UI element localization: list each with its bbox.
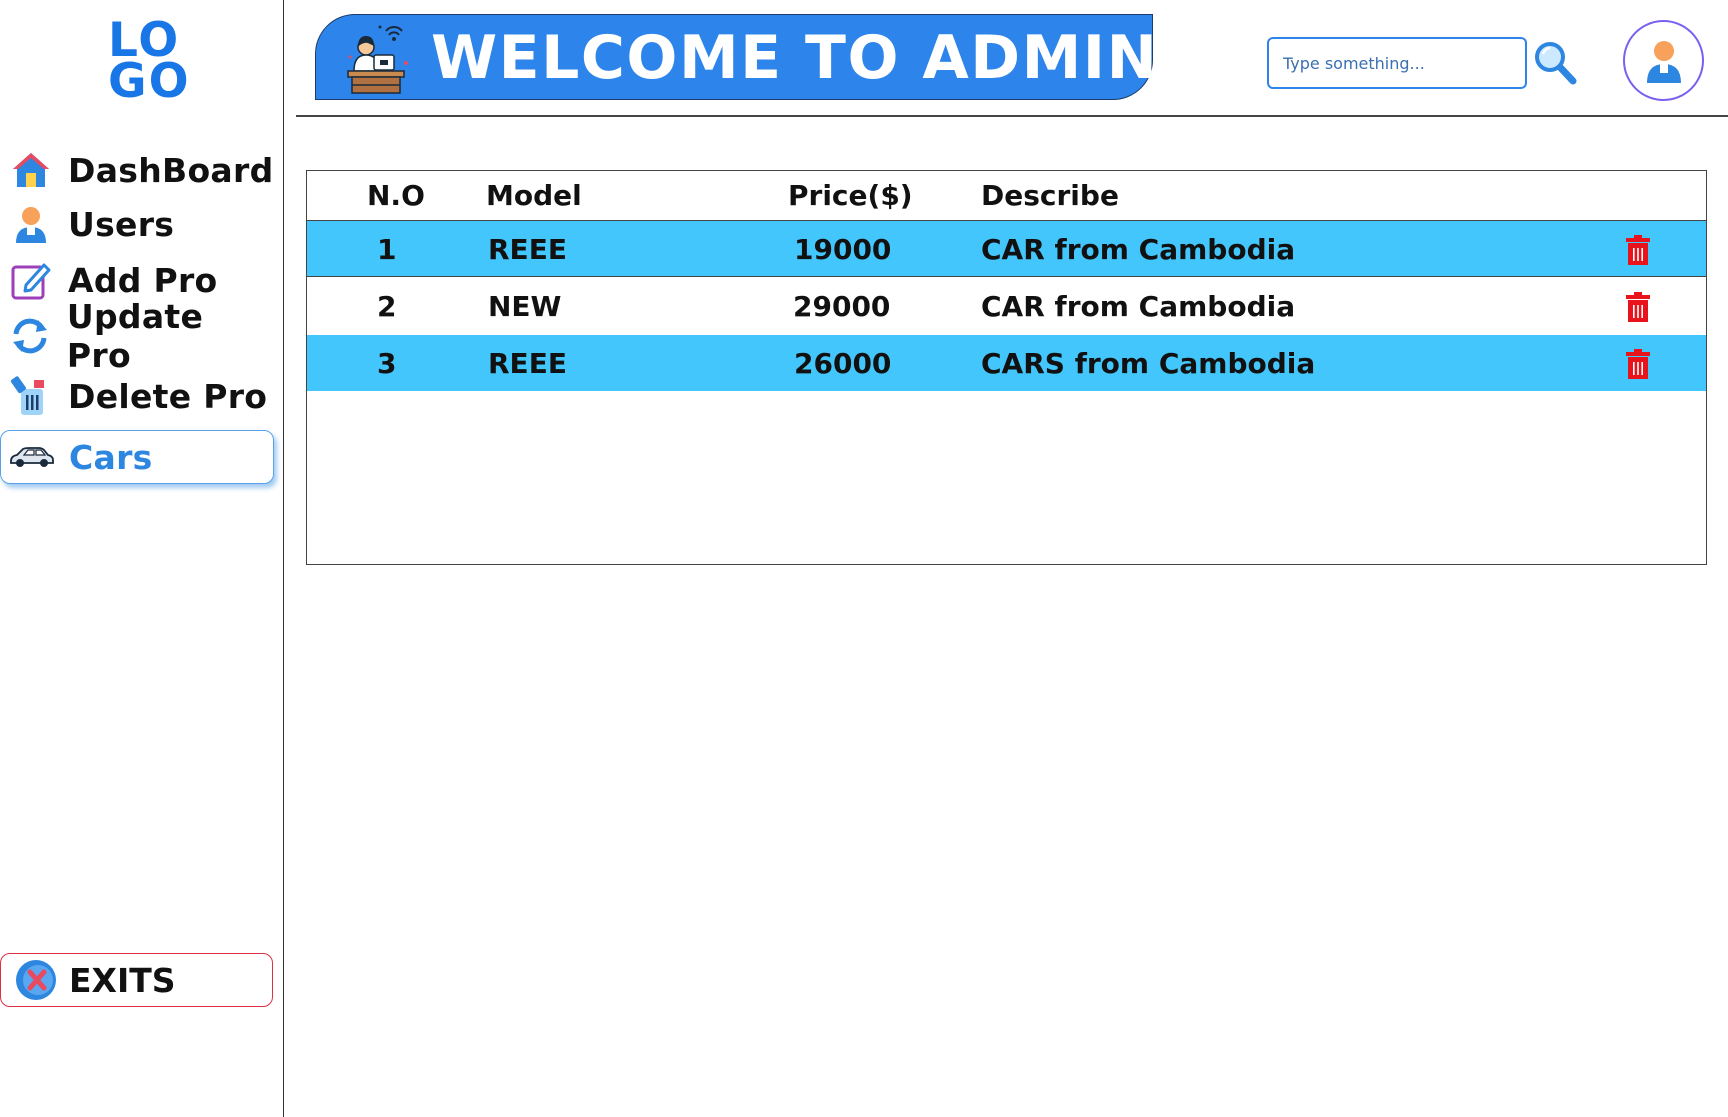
refresh-icon (8, 313, 53, 359)
edit-icon (8, 257, 54, 303)
delete-icon[interactable] (1625, 292, 1651, 322)
sidebar-item-label: Delete Pro (68, 376, 268, 416)
sidebar: LO GO DashBoard Users Add Pro Update Pro… (0, 0, 284, 1117)
sidebar-item-label: Users (68, 204, 175, 244)
column-header-price: Price($) (788, 179, 913, 212)
welcome-banner: WELCOME TO ADMIN (315, 14, 1157, 100)
admin-desk-icon (336, 17, 416, 97)
cell-model: NEW (488, 290, 562, 323)
cell-price: 26000 (794, 347, 892, 380)
column-header-model: Model (486, 179, 582, 212)
page-title: WELCOME TO ADMIN (431, 23, 1159, 93)
cell-price: 19000 (794, 233, 892, 266)
cell-price: 29000 (793, 290, 891, 323)
sidebar-item-label: DashBoard (68, 150, 274, 190)
sidebar-item-users[interactable]: Users (0, 196, 274, 252)
logo[interactable]: LO GO (108, 17, 192, 109)
sidebar-item-delete-pro[interactable]: Delete Pro (0, 368, 274, 424)
cell-no: 1 (377, 233, 397, 266)
search-input[interactable] (1267, 37, 1527, 89)
exit-button[interactable]: EXITS (0, 953, 273, 1007)
cell-no: 2 (377, 290, 397, 323)
user-icon (8, 201, 54, 247)
user-avatar-icon (1646, 40, 1681, 83)
header-divider (296, 115, 1728, 117)
cars-table: N.O Model Price($) Describe 1 REEE 19000… (306, 170, 1707, 565)
delete-icon[interactable] (1625, 349, 1651, 379)
avatar[interactable] (1623, 20, 1704, 101)
sidebar-item-cars[interactable]: Cars (0, 430, 274, 484)
sidebar-item-label: Update Pro (66, 297, 204, 375)
search-icon[interactable] (1533, 40, 1579, 86)
sidebar-item-update-pro[interactable]: Update Pro (0, 297, 274, 375)
table-row: 2 NEW 29000 CAR from Cambodia (307, 278, 1706, 334)
sidebar-item-label: Cars (69, 437, 153, 477)
cell-describe: CAR from Cambodia (981, 233, 1296, 266)
table-row: 3 REEE 26000 CARS from Cambodia (307, 335, 1706, 391)
home-icon (8, 147, 54, 193)
cell-no: 3 (377, 347, 397, 380)
sidebar-item-label: Add Pro (68, 260, 218, 300)
car-icon (9, 434, 55, 480)
cell-describe: CAR from Cambodia (981, 290, 1296, 323)
cell-model: REEE (488, 233, 567, 266)
exit-label: EXITS (69, 960, 176, 1000)
delete-icon[interactable] (1625, 235, 1651, 265)
close-circle-icon (15, 959, 57, 1001)
cell-describe: CARS from Cambodia (981, 347, 1316, 380)
column-header-describe: Describe (981, 179, 1119, 212)
logo-line-2: GO (108, 54, 191, 109)
table-header: N.O Model Price($) Describe (307, 171, 1706, 221)
sidebar-item-dashboard[interactable]: DashBoard (0, 142, 274, 198)
column-header-no: N.O (367, 179, 425, 212)
trash-can-icon (8, 373, 54, 419)
table-row: 1 REEE 19000 CAR from Cambodia (307, 221, 1706, 277)
cell-model: REEE (488, 347, 567, 380)
